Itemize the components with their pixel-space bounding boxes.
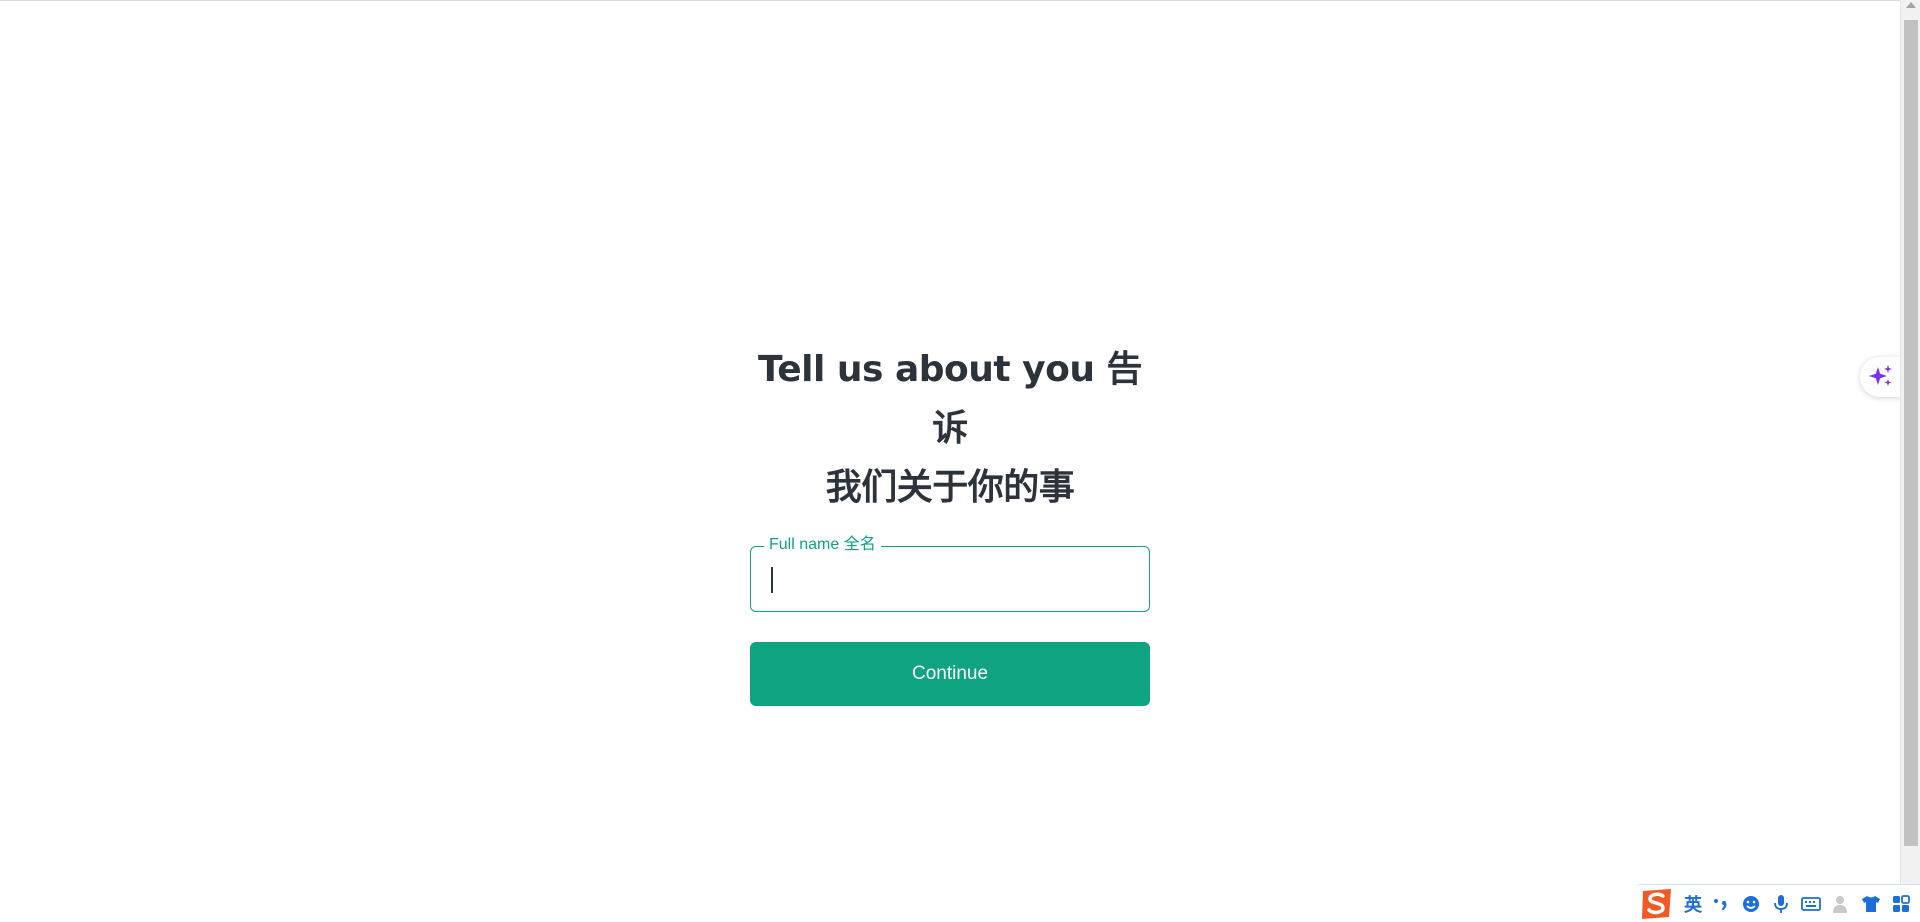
sogou-logo-icon[interactable] (1638, 886, 1676, 922)
microphone-icon[interactable] (1766, 886, 1796, 922)
scroll-up-arrow-icon[interactable] (1906, 2, 1916, 8)
page-title-line2: 我们关于你的事 (825, 467, 1075, 508)
keyboard-icon[interactable] (1796, 886, 1826, 922)
about-you-form: Tell us about you 告诉 我们关于你的事 Full name 全… (750, 340, 1150, 706)
top-border (0, 0, 1902, 1)
full-name-label: Full name 全名 (764, 535, 881, 555)
ime-toolbar: 英 (1638, 884, 1920, 922)
continue-button[interactable]: Continue (750, 642, 1150, 706)
page-title: Tell us about you 告诉 我们关于你的事 (750, 340, 1150, 517)
ai-assistant-button[interactable] (1860, 357, 1902, 397)
emoji-icon[interactable] (1736, 886, 1766, 922)
full-name-input[interactable] (769, 557, 1129, 601)
vertical-scrollbar[interactable] (1900, 0, 1920, 922)
user-icon[interactable] (1826, 886, 1856, 922)
full-name-field[interactable]: Full name 全名 (750, 535, 1150, 612)
sparkle-icon (1869, 365, 1892, 386)
skin-icon[interactable] (1856, 886, 1886, 922)
signup-page: Tell us about you 告诉 我们关于你的事 Full name 全… (0, 0, 1920, 922)
text-caret (771, 567, 773, 593)
scroll-thumb[interactable] (1904, 20, 1918, 846)
page-title-line1: Tell us about you 告诉 (757, 349, 1143, 449)
toolbox-icon[interactable] (1886, 886, 1916, 922)
ime-language-toggle[interactable]: 英 (1680, 891, 1706, 917)
punctuation-icon[interactable] (1706, 886, 1736, 922)
